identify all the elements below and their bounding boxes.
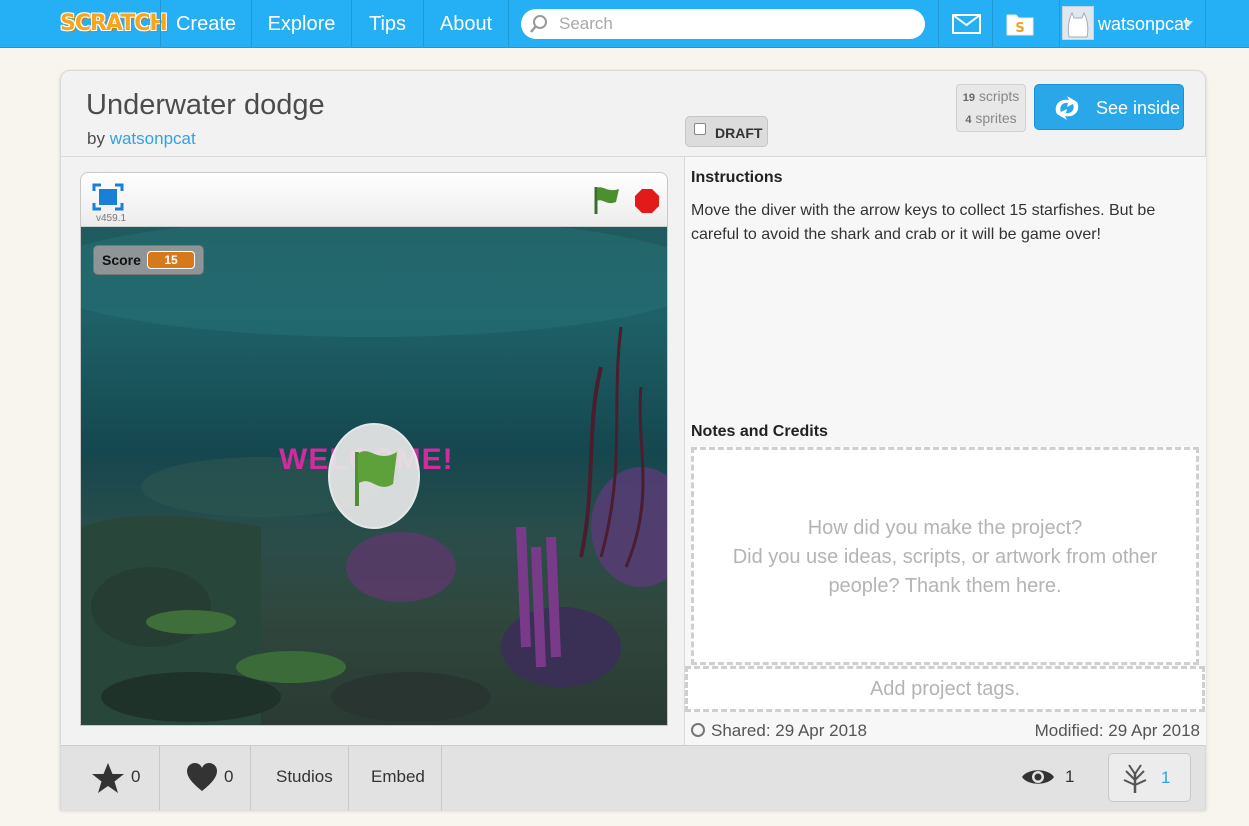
instructions-heading: Instructions bbox=[691, 169, 783, 186]
chevron-down-icon bbox=[1183, 21, 1193, 27]
remix-tree-icon bbox=[1123, 764, 1147, 793]
notes-placeholder-line: Did you use ideas, scripts, or artwork f… bbox=[732, 546, 1158, 568]
play-flag-overlay[interactable] bbox=[327, 422, 421, 530]
search-icon bbox=[530, 15, 547, 33]
project-panel: Underwater dodge by watsonpcat DRAFT 19 … bbox=[60, 70, 1206, 810]
embed-label: Embed bbox=[371, 767, 425, 786]
action-bar: 0 0 Studios Embed 1 1 bbox=[61, 745, 1205, 810]
star-icon bbox=[92, 763, 124, 793]
embed-button[interactable]: Embed bbox=[349, 746, 442, 810]
folder-icon: S bbox=[1006, 14, 1034, 36]
project-details: Instructions Move the diver with the arr… bbox=[684, 157, 1206, 745]
score-value: 15 bbox=[147, 251, 195, 269]
views-count: 1 bbox=[1065, 767, 1075, 786]
shared-date: Shared: 29 Apr 2018 bbox=[691, 721, 867, 741]
svg-text:S: S bbox=[1015, 21, 1024, 36]
heart-icon bbox=[187, 763, 217, 791]
author-link[interactable]: watsonpcat bbox=[110, 129, 196, 148]
see-inside-button[interactable]: See inside bbox=[1034, 84, 1184, 130]
studios-button[interactable]: Studios bbox=[251, 746, 349, 810]
project-player: v459.1 Score 15 bbox=[80, 172, 668, 726]
green-flag-icon[interactable] bbox=[593, 185, 621, 215]
sprites-label: sprites bbox=[975, 110, 1017, 126]
shared-date-text: Shared: 29 Apr 2018 bbox=[711, 721, 867, 740]
notes-placeholder-line: people? Thank them here. bbox=[828, 575, 1062, 597]
nav-create[interactable]: Create bbox=[160, 0, 251, 48]
score-label: Score bbox=[102, 252, 141, 268]
see-inside-label: See inside bbox=[1096, 98, 1181, 118]
user-menu[interactable]: watsonpcat bbox=[1059, 0, 1206, 48]
top-nav: SCRATCH Create Explore Tips About Search… bbox=[0, 0, 1249, 48]
score-monitor: Score 15 bbox=[93, 245, 204, 275]
remix-count: 1 bbox=[1161, 768, 1171, 787]
scripts-count: 19 bbox=[962, 92, 975, 104]
fullscreen-icon[interactable] bbox=[92, 183, 124, 211]
love-button[interactable]: 0 bbox=[160, 746, 251, 810]
project-tags-field[interactable]: Add project tags. bbox=[685, 666, 1205, 712]
notes-placeholder: How did you make the project? Did you us… bbox=[694, 514, 1196, 601]
remix-arrows-icon bbox=[1055, 96, 1079, 120]
notes-placeholder-line: How did you make the project? bbox=[807, 517, 1083, 539]
stop-icon[interactable] bbox=[634, 188, 660, 214]
by-label: by bbox=[87, 129, 105, 148]
nav-explore[interactable]: Explore bbox=[251, 0, 351, 48]
nav-about[interactable]: About bbox=[423, 0, 509, 48]
project-title: Underwater dodge bbox=[86, 89, 325, 121]
username: watsonpcat bbox=[1098, 14, 1190, 34]
envelope-icon bbox=[952, 14, 981, 34]
game-stage[interactable]: Score 15 WELCOME! bbox=[81, 227, 667, 725]
player-controls: v459.1 bbox=[81, 173, 667, 227]
avatar bbox=[1062, 6, 1094, 40]
share-icon bbox=[691, 723, 705, 737]
cat-avatar-icon bbox=[1067, 11, 1089, 38]
scripts-label: scripts bbox=[978, 88, 1020, 104]
studios-label: Studios bbox=[276, 767, 333, 786]
remix-tree-button[interactable]: 1 bbox=[1108, 753, 1191, 802]
notes-heading: Notes and Credits bbox=[691, 423, 828, 440]
messages-button[interactable] bbox=[938, 0, 992, 48]
my-stuff-button[interactable]: S bbox=[992, 0, 1046, 48]
favorite-count: 0 bbox=[131, 767, 141, 786]
byline: by watsonpcat bbox=[87, 129, 196, 149]
modified-date: Modified: 29 Apr 2018 bbox=[1034, 721, 1200, 740]
sprites-count: 4 bbox=[965, 114, 972, 126]
instructions-text[interactable]: Move the diver with the arrow keys to co… bbox=[691, 199, 1191, 247]
player-version: v459.1 bbox=[96, 213, 127, 224]
scratch-logo[interactable]: SCRATCH bbox=[60, 6, 168, 42]
draft-label: DRAFT bbox=[715, 125, 763, 141]
search-input[interactable] bbox=[559, 13, 909, 35]
search-box bbox=[521, 9, 925, 39]
draft-checkbox[interactable] bbox=[694, 123, 706, 135]
favorite-button[interactable]: 0 bbox=[61, 746, 160, 810]
eye-icon bbox=[1022, 770, 1054, 784]
notes-credits-field[interactable]: How did you make the project? Did you us… bbox=[691, 447, 1199, 665]
draft-toggle[interactable]: DRAFT bbox=[685, 116, 768, 147]
view-count: 1 bbox=[1021, 746, 1081, 810]
nav-tips[interactable]: Tips bbox=[351, 0, 423, 48]
love-count: 0 bbox=[224, 767, 234, 786]
project-stats: 19 scripts 4 sprites bbox=[956, 84, 1026, 132]
